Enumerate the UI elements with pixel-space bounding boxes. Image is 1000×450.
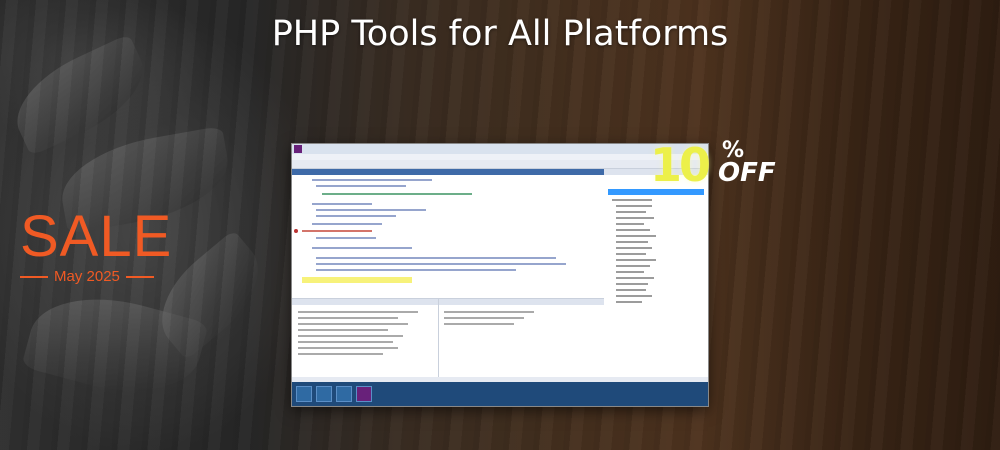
locals-row: [298, 317, 398, 319]
editor-tabs: [292, 169, 604, 175]
code-line: [312, 247, 412, 249]
tree-item: [616, 211, 646, 213]
tree-item: [616, 247, 652, 249]
debug-panels: [292, 298, 604, 382]
tree-item: [616, 265, 650, 267]
tree-item: [616, 259, 656, 261]
locals-row: [298, 347, 398, 349]
ide-titlebar: [292, 144, 708, 154]
start-button-icon: [296, 386, 312, 402]
locals-row: [298, 341, 393, 343]
discount-badge: 10 % OFF: [650, 138, 790, 192]
tree-item: [616, 241, 648, 243]
divider-right: [125, 275, 154, 278]
page-title: PHP Tools for All Platforms: [271, 14, 729, 54]
visual-studio-logo-icon: [294, 145, 302, 153]
code-line: [316, 185, 406, 187]
tree-item: [616, 283, 648, 285]
code-line: [316, 269, 516, 271]
code-line: [312, 179, 432, 181]
discount-value: 10: [650, 138, 711, 192]
sale-date: May 2025: [54, 268, 120, 285]
tree-item: [616, 271, 644, 273]
sale-date-row: May 2025: [20, 268, 170, 285]
tree-item: [616, 295, 652, 297]
code-line: [316, 263, 566, 265]
file-explorer-icon: [316, 386, 332, 402]
stack-panel-header: [439, 299, 604, 305]
code-line: [322, 193, 472, 195]
locals-row: [298, 353, 383, 355]
tree-item: [616, 235, 656, 237]
sale-badge: SALE May 2025: [20, 204, 173, 285]
breakpoint-icon: [294, 229, 298, 233]
windows-taskbar: [292, 382, 708, 406]
tree-item: [616, 223, 644, 225]
ide-toolbar: [292, 160, 708, 169]
tree-item: [616, 277, 654, 279]
discount-off-label: OFF: [718, 158, 776, 188]
code-line: [316, 237, 376, 239]
locals-panel-header: [292, 299, 438, 305]
tree-item: [616, 289, 646, 291]
stack-row: [444, 323, 514, 325]
internet-explorer-icon: [336, 386, 352, 402]
tree-item: [616, 253, 646, 255]
visual-studio-taskbar-icon: [356, 386, 372, 402]
tree-item: [612, 199, 652, 201]
current-line-highlight: [302, 277, 412, 283]
tree-item: [616, 205, 652, 207]
tree-item: [616, 217, 654, 219]
tree-item: [616, 229, 650, 231]
divider-left: [20, 275, 48, 278]
locals-row: [298, 311, 418, 313]
code-line: [302, 230, 372, 232]
locals-row: [298, 329, 388, 331]
panel-divider: [438, 299, 439, 382]
product-screenshot: [292, 144, 708, 406]
sale-label: SALE: [20, 204, 173, 269]
tree-item: [616, 301, 642, 303]
solution-explorer: [604, 169, 708, 381]
code-line: [316, 257, 556, 259]
code-line: [316, 209, 426, 211]
code-line: [312, 223, 382, 225]
locals-row: [298, 323, 408, 325]
code-line: [312, 203, 372, 205]
code-editor: [292, 169, 605, 297]
stack-row: [444, 317, 524, 319]
locals-row: [298, 335, 403, 337]
code-line: [316, 215, 396, 217]
stack-row: [444, 311, 534, 313]
